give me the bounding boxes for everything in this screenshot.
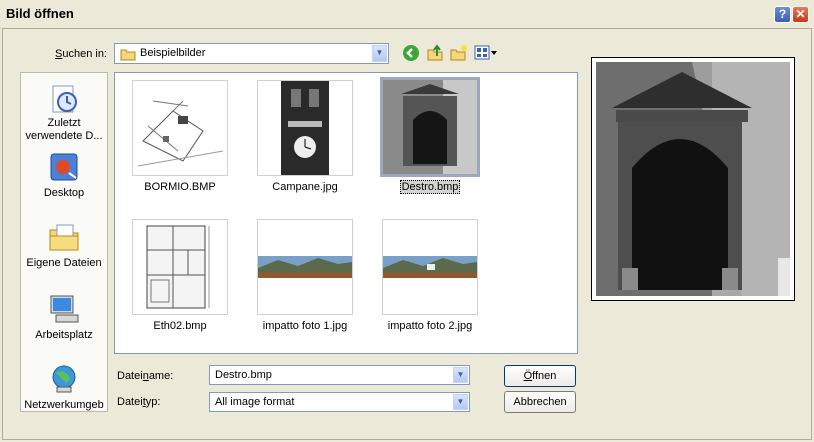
place-label: Arbeitsplatz: [35, 329, 93, 341]
place-label: Desktop: [43, 187, 85, 199]
chevron-down-icon[interactable]: ▼: [453, 394, 468, 410]
file-thumbnail[interactable]: [257, 80, 353, 176]
file-thumbnail[interactable]: [382, 219, 478, 315]
network-icon: [52, 365, 76, 393]
filetype-label: Dateityp:: [117, 396, 161, 408]
place-label: Netzwerkumgeb: [24, 399, 104, 411]
file-name[interactable]: BORMIO.BMP: [115, 181, 245, 193]
up-folder-icon[interactable]: [426, 44, 444, 62]
file-thumbnail-selected[interactable]: [380, 77, 480, 177]
new-folder-icon[interactable]: [450, 44, 468, 62]
close-button[interactable]: ✕: [792, 6, 809, 23]
chevron-down-icon[interactable]: ▼: [372, 45, 387, 62]
file-name-selected[interactable]: Destro.bmp: [365, 180, 495, 194]
folder-icon: [120, 49, 136, 61]
file-thumbnail[interactable]: [132, 219, 228, 315]
cancel-button[interactable]: Abbrechen: [504, 391, 576, 413]
my-computer-icon: [50, 295, 79, 323]
door-photo-image: [383, 80, 477, 174]
file-thumbnail[interactable]: [257, 219, 353, 315]
open-button[interactable]: Öffnen: [504, 365, 576, 387]
help-button[interactable]: ?: [774, 6, 791, 23]
place-my-documents[interactable]: Eigene Dateien: [21, 221, 107, 269]
title-bar: Bild öffnen ? ✕: [0, 0, 814, 29]
floor-plan-image: [146, 225, 210, 309]
file-thumbnail[interactable]: [132, 80, 228, 176]
filename-field[interactable]: Destro.bmp ▼: [209, 365, 470, 385]
look-in-label: Suchen in:: [55, 48, 107, 60]
landscape-photo-image: [383, 256, 477, 278]
file-name[interactable]: Eth02.bmp: [115, 320, 245, 332]
filename-label: Dateiname:: [117, 370, 174, 382]
look-in-combo[interactable]: Beispielbilder ▼: [114, 43, 389, 64]
view-menu-icon[interactable]: [474, 44, 498, 62]
place-recent[interactable]: Zuletzt verwendete D...: [21, 83, 107, 143]
place-label: Eigene Dateien: [26, 257, 102, 269]
landscape-photo-image: [258, 256, 352, 278]
tower-photo-image: [258, 81, 352, 175]
chevron-down-icon[interactable]: ▼: [453, 367, 468, 383]
map-drawing-image: [137, 100, 224, 167]
back-icon[interactable]: [402, 44, 420, 62]
look-in-value: Beispielbilder: [140, 47, 206, 59]
file-name[interactable]: impatto foto 2.jpg: [365, 320, 495, 332]
file-list: BORMIO.BMP Campane.jpg Destro.bmp Eth02.…: [114, 72, 578, 354]
place-desktop[interactable]: Desktop: [21, 151, 107, 199]
filename-value[interactable]: Destro.bmp: [215, 369, 272, 381]
filetype-value: All image format: [215, 396, 295, 408]
places-bar: Zuletzt verwendete D... Desktop Eigene D…: [20, 72, 108, 412]
place-label: Zuletzt verwendete D...: [25, 117, 103, 142]
place-network[interactable]: Netzwerkumgeb: [21, 363, 107, 411]
image-preview: [591, 57, 795, 301]
place-my-computer[interactable]: Arbeitsplatz: [21, 293, 107, 341]
file-name[interactable]: impatto foto 1.jpg: [240, 320, 370, 332]
recent-icon: [52, 85, 77, 113]
file-name[interactable]: Campane.jpg: [240, 181, 370, 193]
filetype-select[interactable]: All image format ▼: [209, 392, 470, 412]
window-title: Bild öffnen: [6, 6, 74, 21]
door-preview-image: [596, 62, 790, 296]
my-documents-icon: [49, 224, 79, 251]
desktop-icon: [50, 153, 78, 181]
